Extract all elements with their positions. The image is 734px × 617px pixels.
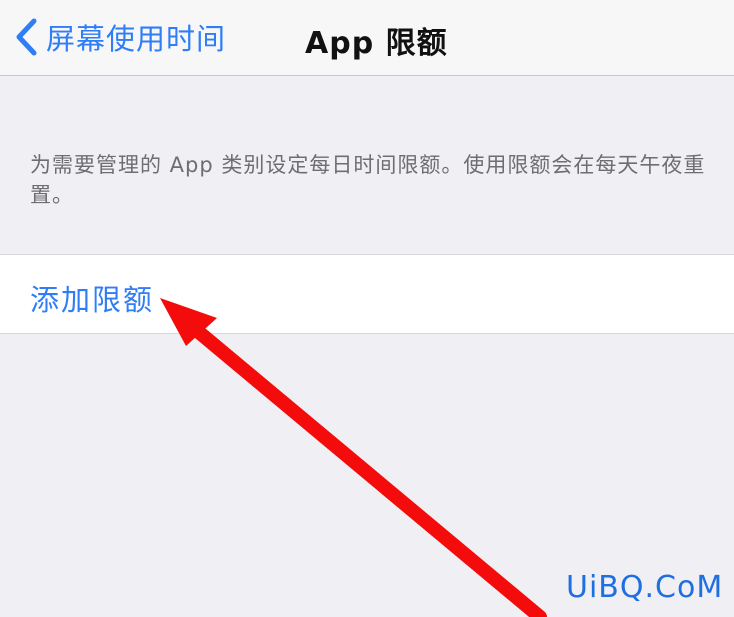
annotation-arrow-shaft (175, 311, 547, 617)
navigation-bar: 屏幕使用时间 App 限额 (0, 0, 734, 76)
watermark: UiBQ.CoM (566, 570, 724, 605)
add-limit-row[interactable]: 添加限额 (0, 254, 734, 334)
chevron-left-icon (14, 17, 40, 57)
page-title: App 限额 (305, 26, 448, 61)
add-limit-label: 添加限额 (30, 283, 155, 317)
back-button[interactable]: 屏幕使用时间 (14, 12, 226, 62)
description-text: 为需要管理的 App 类别设定每日时间限额。使用限额会在每天午夜重置。 (30, 153, 706, 207)
back-button-label: 屏幕使用时间 (46, 22, 227, 56)
